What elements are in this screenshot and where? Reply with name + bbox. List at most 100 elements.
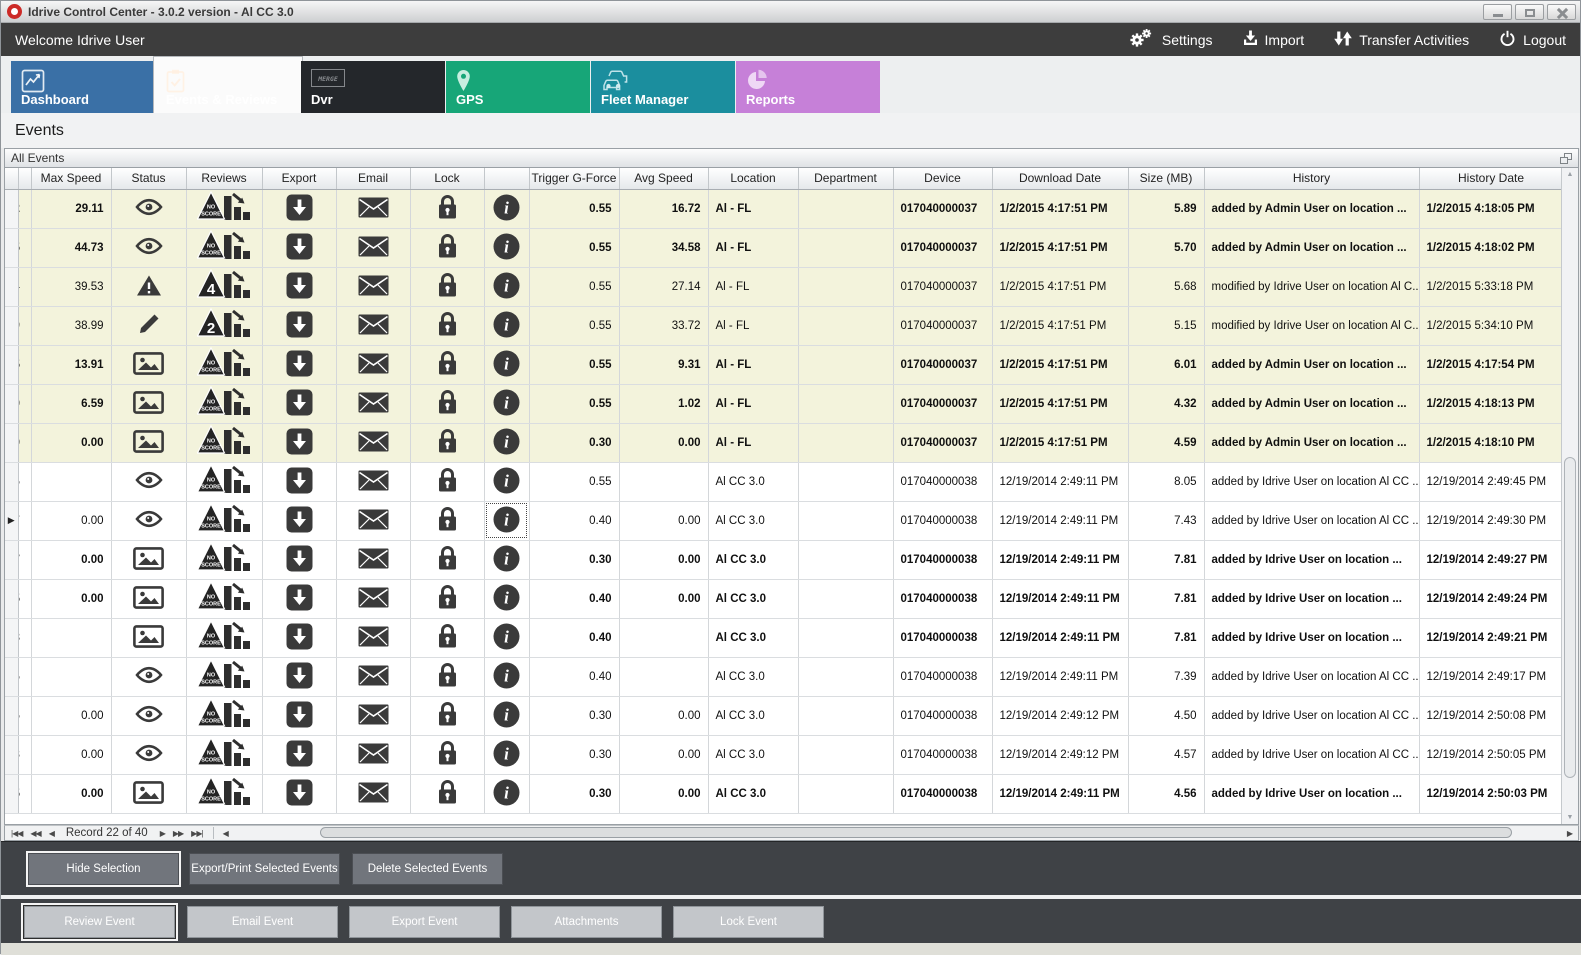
review-score-icon[interactable]: NOSCORE [186, 345, 262, 384]
export-icon[interactable] [262, 501, 336, 540]
lock-icon[interactable] [410, 228, 484, 267]
info-icon[interactable]: i [484, 384, 529, 423]
export-icon[interactable] [262, 579, 336, 618]
review-score-icon[interactable]: NOSCORE [186, 696, 262, 735]
column-header-lock[interactable]: Lock [410, 168, 484, 189]
export-icon[interactable] [262, 657, 336, 696]
delete-selected-events-button[interactable]: Delete Selected Events [352, 853, 503, 885]
review-score-icon[interactable]: NOSCORE [186, 774, 262, 813]
email-icon[interactable] [336, 696, 410, 735]
info-icon[interactable]: i [484, 696, 529, 735]
review-score-icon[interactable]: NOSCORE [186, 501, 262, 540]
info-icon[interactable]: i [484, 618, 529, 657]
hscroll-right-icon[interactable]: ▶ [1564, 829, 1576, 838]
event-row[interactable]: 5NOSCOREi0.55Al CC 3.001704000003812/19/… [5, 462, 1561, 501]
lock-icon[interactable] [410, 696, 484, 735]
lock-icon[interactable] [410, 501, 484, 540]
export-icon[interactable] [262, 306, 336, 345]
event-row[interactable]: 50.00NOSCOREi0.400.00Al CC 3.00170400000… [5, 579, 1561, 618]
hscroll-left-icon[interactable]: ◀ [220, 829, 232, 838]
email-icon[interactable] [336, 657, 410, 696]
event-row[interactable]: 30.00NOSCOREi0.300.00Al CC 3.00170400000… [5, 735, 1561, 774]
review-score-icon[interactable]: 2 [186, 306, 262, 345]
event-row[interactable]: 50.00NOSCOREi0.300.00Al CC 3.00170400000… [5, 774, 1561, 813]
import-button[interactable]: Import [1243, 30, 1305, 49]
tab-events-reviews[interactable]: Events & Reviews [156, 61, 300, 113]
event-row[interactable]: 439.534i0.5527.14Al - FL0170400000371/2/… [5, 267, 1561, 306]
export-icon[interactable] [262, 618, 336, 657]
review-event-button[interactable]: Review Event [24, 906, 175, 938]
info-icon[interactable]: i [484, 189, 529, 228]
info-icon[interactable]: i [484, 228, 529, 267]
export-icon[interactable] [262, 423, 336, 462]
lock-icon[interactable] [410, 384, 484, 423]
export-icon[interactable] [262, 735, 336, 774]
column-header-download-date[interactable]: Download Date [992, 168, 1128, 189]
horizontal-scrollbar[interactable] [232, 826, 1562, 840]
info-icon[interactable]: i [484, 423, 529, 462]
export-icon[interactable] [262, 189, 336, 228]
email-icon[interactable] [336, 618, 410, 657]
event-row[interactable]: 06.59NOSCOREi0.551.02Al - FL017040000037… [5, 384, 1561, 423]
review-score-icon[interactable]: NOSCORE [186, 540, 262, 579]
column-header-reviews[interactable]: Reviews [186, 168, 262, 189]
email-icon[interactable] [336, 735, 410, 774]
email-icon[interactable] [336, 306, 410, 345]
minimize-button[interactable] [1483, 4, 1512, 20]
scroll-up-icon[interactable]: ▲ [1562, 171, 1578, 178]
column-header-device[interactable]: Device [893, 168, 992, 189]
info-icon[interactable]: i [484, 657, 529, 696]
email-icon[interactable] [336, 189, 410, 228]
email-icon[interactable] [336, 345, 410, 384]
info-icon[interactable]: i [484, 306, 529, 345]
column-header-export[interactable]: Export [262, 168, 336, 189]
email-icon[interactable] [336, 462, 410, 501]
email-icon[interactable] [336, 774, 410, 813]
export-event-button[interactable]: Export Event [349, 906, 500, 938]
email-event-button[interactable]: Email Event [187, 906, 338, 938]
next-record-button[interactable]: ▶ [156, 829, 169, 838]
email-icon[interactable] [336, 579, 410, 618]
review-score-icon[interactable]: NOSCORE [186, 384, 262, 423]
close-button[interactable] [1547, 4, 1576, 20]
email-icon[interactable] [336, 423, 410, 462]
email-icon[interactable] [336, 267, 410, 306]
lock-icon[interactable] [410, 462, 484, 501]
lock-event-button[interactable]: Lock Event [673, 906, 824, 938]
info-icon[interactable]: i [484, 501, 529, 540]
scroll-down-icon[interactable]: ▼ [1562, 814, 1578, 821]
lock-icon[interactable] [410, 657, 484, 696]
event-row[interactable]: 513.91NOSCOREi0.559.31Al - FL01704000003… [5, 345, 1561, 384]
column-header-max-speed[interactable]: Max Speed [31, 168, 111, 189]
email-icon[interactable] [336, 228, 410, 267]
vertical-scroll-thumb[interactable] [1564, 457, 1576, 778]
review-score-icon[interactable]: NOSCORE [186, 228, 262, 267]
tab-dvr[interactable]: MERGEDvr [301, 61, 445, 113]
fast-prev-button[interactable]: ◀◀ [26, 829, 44, 838]
review-score-icon[interactable]: NOSCORE [186, 462, 262, 501]
prev-record-button[interactable]: ◀ [45, 829, 58, 838]
event-row[interactable]: 70.00NOSCOREi0.300.00Al CC 3.00170400000… [5, 540, 1561, 579]
hide-selection-button[interactable]: Hide Selection [28, 853, 179, 885]
review-score-icon[interactable]: 4 [186, 267, 262, 306]
event-row[interactable]: 50.00NOSCOREi0.300.00Al CC 3.00170400000… [5, 696, 1561, 735]
lock-icon[interactable] [410, 579, 484, 618]
info-icon[interactable]: i [484, 579, 529, 618]
tab-dashboard[interactable]: Dashboard [11, 61, 155, 113]
export-icon[interactable] [262, 540, 336, 579]
export-icon[interactable] [262, 462, 336, 501]
event-row[interactable]: 938.992i0.5533.72Al - FL0170400000371/2/… [5, 306, 1561, 345]
column-header-history-date[interactable]: History Date [1419, 168, 1561, 189]
info-icon[interactable]: i [484, 774, 529, 813]
tab-gps[interactable]: GPS [446, 61, 590, 113]
column-header-info[interactable] [484, 168, 529, 189]
review-score-icon[interactable]: NOSCORE [186, 423, 262, 462]
column-header-status[interactable]: Status [111, 168, 186, 189]
tab-fleet-manager[interactable]: Fleet Manager [591, 61, 735, 113]
email-icon[interactable] [336, 540, 410, 579]
fast-next-button[interactable]: ▶▶ [169, 829, 187, 838]
event-row[interactable]: ▶70.00NOSCOREi0.400.00Al CC 3.0017040000… [5, 501, 1561, 540]
review-score-icon[interactable]: NOSCORE [186, 735, 262, 774]
review-score-icon[interactable]: NOSCORE [186, 189, 262, 228]
email-icon[interactable] [336, 501, 410, 540]
